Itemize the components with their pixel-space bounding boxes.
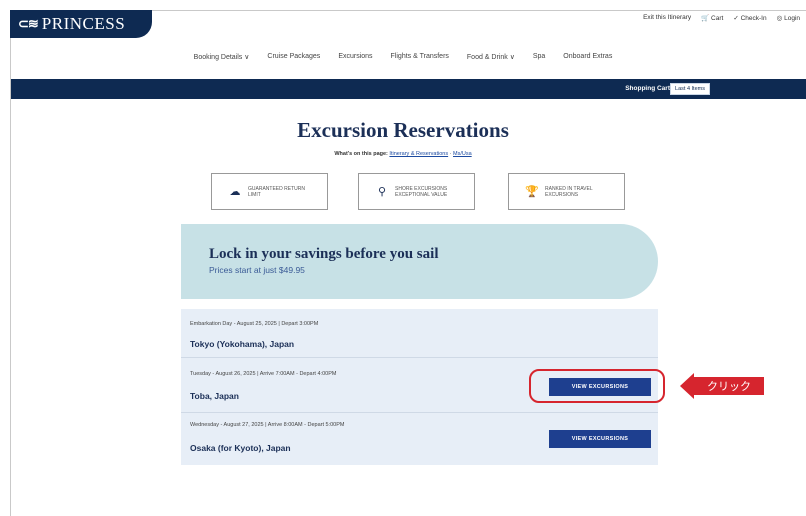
login-link-label: Login <box>784 15 800 22</box>
nav-item-spa[interactable]: Spa <box>533 53 545 61</box>
exit-itinerary-link[interactable]: Exit this Itinerary <box>643 14 691 22</box>
port-name: Toba, Japan <box>190 391 239 401</box>
banner-title: Lock in your savings before you sail <box>209 246 439 262</box>
port-date: Tuesday - August 26, 2025 | Arrive 7:00A… <box>190 371 337 377</box>
port-name: Osaka (for Kyoto), Japan <box>190 443 291 453</box>
trophy-icon: 🏆 <box>525 186 539 198</box>
itinerary-link[interactable]: Itinerary & Reservations <box>389 151 448 157</box>
check-in-link-label: Check-In <box>740 15 767 22</box>
feature-text: GUARANTEED RETURN LIMIT <box>248 185 305 198</box>
logo-text: PRINCESS <box>41 14 126 33</box>
port-date: Wednesday - August 27, 2025 | Arrive 8:0… <box>190 422 345 428</box>
feature-card-return: ☁ GUARANTEED RETURN LIMIT <box>211 173 328 210</box>
port-row: Wednesday - August 27, 2025 | Arrive 8:0… <box>181 412 658 465</box>
feature-card-value: ⚲ SHORE EXCURSIONS EXCEPTIONAL VALUE <box>358 173 475 210</box>
cart-link-label: Cart <box>711 15 724 22</box>
page-title: Excursion Reservations <box>297 118 509 142</box>
nav-item-flights-transfers[interactable]: Flights & Transfers <box>391 53 449 61</box>
port-name: Tokyo (Yokohama), Japan <box>190 339 295 349</box>
nav-item-cruise-packages[interactable]: Cruise Packages <box>267 53 320 61</box>
cloud-icon: ☁ <box>229 186 241 198</box>
click-highlight-outline <box>529 369 665 403</box>
page-subtitle: What's on this page: Itinerary & Reserva… <box>334 151 472 157</box>
banner-subtitle: Prices start at just $49.95 <box>209 265 305 275</box>
nav-item-excursions[interactable]: Excursions <box>338 53 372 61</box>
shopping-cart-label: Shopping Cart <box>625 85 670 92</box>
logo-wave-icon: ⊂≋ <box>18 16 39 31</box>
utility-links: Exit this Itinerary 🛒 Cart ✓ Check-In ◎ … <box>643 14 800 22</box>
cart-link[interactable]: 🛒 Cart <box>701 14 723 22</box>
main-nav: Booking Details ∨ Cruise Packages Excurs… <box>0 53 806 61</box>
view-excursions-button[interactable]: VIEW EXCURSIONS <box>549 430 651 448</box>
nav-item-food-drink[interactable]: Food & Drink ∨ <box>467 53 515 61</box>
port-row: Embarkation Day - August 25, 2025 | Depa… <box>181 309 658 357</box>
shopping-cart-bar: Shopping Cart Last 4 Items <box>11 79 806 99</box>
click-callout-label: クリック <box>694 377 764 395</box>
nav-item-onboard-extras[interactable]: Onboard Extras <box>563 53 612 61</box>
arrow-left-icon <box>680 373 694 399</box>
click-callout: クリック <box>680 373 764 399</box>
nav-item-booking-details[interactable]: Booking Details ∨ <box>194 53 250 61</box>
feature-card-ranked: 🏆 RANKED IN TRAVEL EXCURSIONS <box>508 173 625 210</box>
feature-text: RANKED IN TRAVEL EXCURSIONS <box>545 185 593 198</box>
princess-logo[interactable]: ⊂≋ PRINCESS <box>10 10 152 38</box>
feature-text: SHORE EXCURSIONS EXCEPTIONAL VALUE <box>395 185 448 198</box>
pin-icon: ⚲ <box>377 186 387 198</box>
secondary-link[interactable]: Ms/Usa <box>453 151 472 157</box>
port-date: Embarkation Day - August 25, 2025 | Depa… <box>190 321 319 327</box>
check-in-link[interactable]: ✓ Check-In <box>733 14 766 22</box>
cart-items-button[interactable]: Last 4 Items <box>670 83 710 95</box>
savings-banner: Lock in your savings before you sail Pri… <box>181 224 658 299</box>
login-link[interactable]: ◎ Login <box>777 14 800 22</box>
subtitle-prefix: What's on this page: <box>334 151 388 157</box>
